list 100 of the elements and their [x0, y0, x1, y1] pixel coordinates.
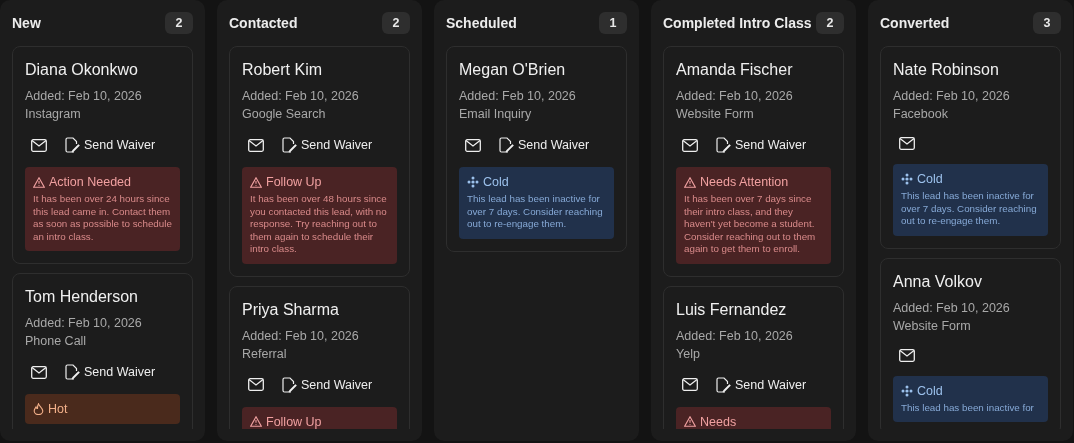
email-button[interactable] [680, 376, 700, 393]
mail-icon [31, 138, 47, 152]
email-button[interactable] [246, 376, 266, 393]
send-waiver-button[interactable]: Send Waiver [280, 374, 375, 395]
lead-card[interactable]: Megan O'Brien Added: Feb 10, 2026 Email Inquiry Send Waiver Cold This lead has been inactive for over 7 days. Consider reaching out to re-engage them. [446, 46, 627, 252]
email-button[interactable] [246, 136, 266, 154]
lead-source: Website Form [676, 106, 755, 123]
alert-title: Follow Up [266, 175, 322, 189]
added-date: Added: Feb 10, 2026 [25, 315, 143, 332]
mail-icon [248, 378, 264, 391]
alert-message: This lead has been inactive for [901, 401, 1035, 414]
column-title: Contacted [229, 15, 298, 31]
column-title: Scheduled [446, 15, 517, 31]
lead-card[interactable] [663, 46, 844, 277]
alert-title: Needs Attention [700, 175, 789, 189]
lead-source: Instagram [25, 106, 82, 123]
lead-card[interactable]: Luis Fernandez Added: Feb 10, 2026 Yelp Send Waiver Needs [663, 285, 844, 429]
email-button[interactable] [680, 136, 700, 154]
added-date: Added: Feb 10, 2026 [25, 88, 143, 105]
added-date: Added: Feb 10, 2026 [893, 299, 1011, 317]
column-title: Converted [880, 15, 950, 31]
lead-name: Robert Kim [242, 61, 324, 79]
added-date: Added: Feb 10, 2026 [242, 88, 360, 105]
email-button[interactable] [29, 136, 49, 154]
lead-name: Luis Fernandez [676, 300, 788, 319]
email-button[interactable] [897, 135, 917, 152]
alert-message: This lead has been inactive for over 7 days. Consider reaching out to re-engage them. [901, 190, 1038, 228]
mail-icon [248, 138, 264, 152]
flame-icon [33, 403, 44, 415]
alert-title: Hot [48, 402, 68, 416]
lead-card[interactable]: Nate Robinson Added: Feb 10, 2026 Facebook Cold This lead has been inactive for over 7 days. Consider reaching out to re-engage them. [880, 46, 1061, 249]
alert-message: It has been over 7 days since their intro class, and they haven't yet become a student. Consider reaching out to them again to get them to enroll. [684, 193, 817, 256]
document-pen-icon [716, 376, 731, 393]
mail-icon [31, 365, 47, 379]
count-badge: 1 [599, 12, 627, 34]
alert-title: Cold [917, 172, 943, 186]
send-waiver-button[interactable]: Send Waiver [280, 135, 375, 155]
mail-icon [682, 378, 698, 391]
lead-source: Yelp [676, 345, 701, 363]
warning-icon [684, 176, 696, 188]
added-date: Added: Feb 10, 2026 [676, 327, 794, 345]
document-pen-icon [716, 137, 731, 153]
alert-message: This lead has been inactive for over 7 days. Consider reaching out to re-engage them. [467, 193, 604, 231]
column-title: Completed Intro Class [663, 15, 812, 31]
mail-icon [899, 137, 915, 150]
lead-name: Megan O'Brien [459, 61, 567, 79]
mail-icon [899, 348, 915, 362]
count-badge: 2 [165, 12, 193, 34]
lead-source: Referral [242, 345, 288, 363]
lead-name: Diana Okonkwo [25, 61, 139, 79]
send-waiver-button[interactable]: Send Waiver [497, 135, 592, 155]
warning-icon [250, 176, 262, 188]
document-pen-icon [65, 137, 80, 153]
email-button[interactable] [29, 363, 49, 381]
send-waiver-button[interactable]: Send Waiver [714, 135, 809, 155]
lead-card[interactable]: Anna Volkov Added: Feb 10, 2026 Website Form Cold This lead has been inactive for [880, 257, 1061, 429]
column-title: New [12, 15, 41, 31]
lead-name: Priya Sharma [242, 300, 340, 319]
document-pen-icon [282, 376, 297, 393]
lead-name: Amanda Fischer [676, 61, 794, 79]
alert-title: Needs [700, 414, 737, 429]
alert-title: Action Needed [49, 175, 131, 189]
lead-card[interactable]: Priya Sharma Added: Feb 10, 2026 Referral Send Waiver Follow Up [229, 285, 410, 429]
warning-icon [684, 416, 696, 427]
send-waiver-button[interactable]: Send Waiver [63, 135, 158, 155]
added-date: Added: Feb 10, 2026 [459, 88, 577, 105]
alert-title: Cold [917, 383, 943, 398]
lead-source: Phone Call [25, 333, 88, 350]
lead-card[interactable] [229, 46, 410, 277]
alert-title: Follow Up [266, 414, 322, 429]
lead-source: Email Inquiry [459, 106, 533, 123]
email-button[interactable] [463, 136, 483, 154]
document-pen-icon [65, 364, 80, 380]
count-badge: 2 [816, 12, 844, 34]
alert-message: It has been over 24 hours since this lead came in. Contact them as soon as possible to schedule an intro class. [33, 193, 172, 243]
snowflake-icon [467, 176, 479, 188]
count-badge: 3 [1033, 12, 1061, 34]
document-pen-icon [282, 137, 297, 153]
send-waiver-button[interactable]: Send Waiver [63, 362, 158, 382]
added-date: Added: Feb 10, 2026 [893, 88, 1011, 105]
snowflake-icon [901, 384, 913, 397]
alert-title: Cold [483, 175, 509, 189]
lead-source: Website Form [893, 317, 972, 335]
lead-name: Tom Henderson [25, 288, 139, 306]
added-date: Added: Feb 10, 2026 [676, 88, 794, 105]
document-pen-icon [499, 137, 514, 153]
mail-icon [682, 138, 698, 152]
mail-icon [465, 138, 481, 152]
send-waiver-button[interactable]: Send Waiver [714, 374, 809, 395]
added-date: Added: Feb 10, 2026 [242, 327, 360, 345]
alert-message: It has been over 48 hours since you contacted this lead, with no response. Try reaching out to them again to schedule their intro class. [250, 193, 388, 256]
lead-source: Facebook [893, 106, 949, 123]
warning-icon [250, 416, 262, 427]
lead-card[interactable]: Diana Okonkwo Added: Feb 10, 2026 Instagram Send Waiver Action Needed It has been over 24 hours since this lead came in. Contact them as soon as possible to schedule an intro class. [12, 46, 193, 264]
lead-name: Nate Robinson [893, 61, 1000, 79]
lead-card[interactable]: Tom Henderson Added: Feb 10, 2026 Phone Call Send Waiver Hot [12, 273, 193, 429]
email-button[interactable] [897, 346, 917, 364]
count-badge: 2 [382, 12, 410, 34]
snowflake-icon [901, 173, 913, 185]
lead-source: Google Search [242, 106, 327, 123]
